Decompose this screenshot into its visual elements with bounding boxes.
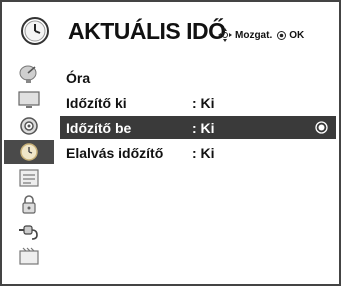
sidebar-item-picture[interactable]	[4, 88, 54, 112]
navigation-hint: Mozgat. OK	[218, 28, 304, 42]
move-arrows-icon	[218, 28, 232, 42]
menu-item-label: Időzítő ki	[66, 94, 127, 111]
sidebar-item-options[interactable]	[4, 166, 54, 190]
lock-icon	[22, 195, 36, 214]
menu-item-label: Óra	[66, 69, 91, 86]
sidebar-item-input[interactable]	[4, 218, 54, 242]
menu-header: AKTUÁLIS IDŐ Mozgat. OK	[2, 2, 339, 62]
clock-icon	[20, 143, 38, 161]
ok-button-icon	[277, 30, 287, 40]
time-settings-menu: AKTUÁLIS IDŐ Mozgat. OK Óra Időzítő ki:…	[0, 0, 341, 286]
sidebar-item-audio[interactable]	[4, 114, 54, 138]
category-sidebar	[4, 62, 54, 284]
page-title: AKTUÁLIS IDŐ	[68, 18, 226, 44]
menu-item-off-timer[interactable]: Időzítő ki : Ki	[60, 91, 336, 114]
menu-item-on-timer[interactable]: Időzítő be : Ki	[60, 116, 336, 139]
monitor-icon	[18, 91, 40, 108]
sidebar-item-channels[interactable]	[4, 62, 54, 86]
menu-item-value: : Ki	[192, 94, 215, 111]
menu-item-value: : Ki	[192, 144, 215, 161]
clock-icon	[21, 17, 49, 45]
selected-radio-icon	[315, 121, 328, 134]
menu-item-label: Elalvás időzítő	[66, 144, 164, 161]
input-plug-icon	[19, 225, 38, 240]
menu-item-clock[interactable]: Óra	[60, 66, 336, 89]
satellite-dish-icon	[19, 65, 37, 83]
ok-hint-label: OK	[289, 29, 305, 41]
move-hint-label: Mozgat.	[235, 29, 273, 41]
sidebar-item-lock[interactable]	[4, 192, 54, 216]
options-icon	[19, 169, 39, 187]
menu-item-label: Időzítő be	[66, 119, 132, 136]
sidebar-item-usb[interactable]	[4, 244, 54, 268]
menu-item-value: : Ki	[192, 119, 215, 136]
sidebar-item-time[interactable]	[4, 140, 54, 164]
menu-item-sleep-timer[interactable]: Elalvás időzítő : Ki	[60, 141, 336, 164]
usb-media-icon	[19, 247, 39, 265]
speaker-icon	[20, 117, 38, 135]
